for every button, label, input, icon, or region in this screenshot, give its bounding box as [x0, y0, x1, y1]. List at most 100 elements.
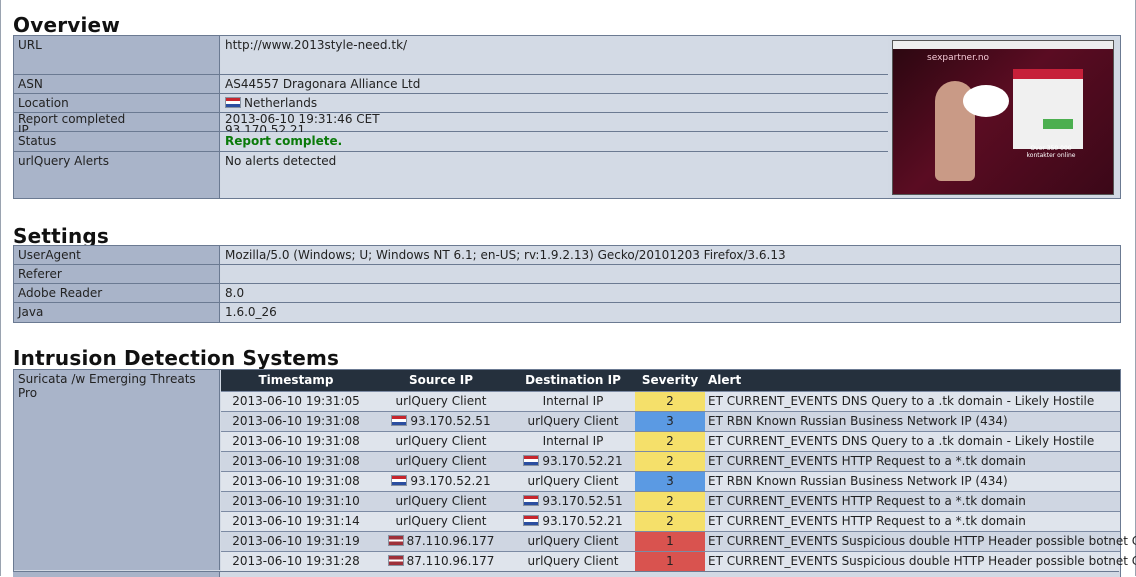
ids-table-row: 2013-06-10 19:31:10 urlQuery Client 93.170…: [221, 491, 1120, 511]
latvia-flag-icon: [387, 535, 404, 546]
report-completed-label-text: Report completed: [18, 112, 126, 126]
report-completed-value: 2013-06-10 19:31:46 CET 93.170.52.21: [221, 113, 888, 136]
ids-source-ip: 87.110.96.177: [371, 534, 511, 548]
adobe-reader-value: 8.0: [221, 284, 1120, 302]
screenshot-signup-form: [1013, 69, 1083, 149]
ids-alert-text: ET CURRENT_EVENTS DNS Query to a .tk dom…: [708, 434, 1095, 448]
ids-severity: 3: [635, 472, 705, 491]
ids-header-row: Timestamp Source IP Destination IP Sever…: [221, 370, 1120, 391]
ids-severity-text: 3: [666, 474, 674, 488]
screenshot-logo: sexpartner.no: [927, 53, 990, 63]
ids-engine-label: Suricata /w Emerging Threats Pro: [14, 370, 220, 570]
col-timestamp: Timestamp: [258, 373, 334, 387]
ids-source-ip-text: 93.170.52.21: [410, 474, 491, 488]
ids-timestamp: 2013-06-10 19:31:28: [221, 554, 371, 568]
ids-destination-ip: 93.170.52.21: [511, 514, 635, 528]
ids-source-ip: 87.110.96.177: [371, 554, 511, 568]
url-value[interactable]: http://www.2013style-need.tk/: [221, 36, 888, 74]
ids-destination-ip-text: 93.170.52.21: [542, 454, 623, 468]
screenshot-speech-bubble: [963, 85, 1009, 117]
ids-source-ip-text: urlQuery Client: [395, 454, 487, 468]
ids-table-row: 2013-06-10 19:31:08 93.170.52.21 urlQuery …: [221, 471, 1120, 491]
settings-table: UserAgent Mozilla/5.0 (Windows; U; Windo…: [13, 245, 1121, 323]
netherlands-flag-icon: [225, 97, 241, 108]
status-value: Report complete.: [221, 132, 888, 151]
ids-alert: ET CURRENT_EVENTS Suspicious double HTTP…: [708, 554, 1136, 568]
asn-row: ASN AS44557 Dragonara Alliance Ltd: [14, 75, 888, 94]
ids-severity-text: 1: [666, 534, 674, 548]
java-value: 1.6.0_26: [221, 303, 1120, 322]
ids-timestamp: 2013-06-10 19:31:08: [221, 454, 371, 468]
ids-alert-text: ET RBN Known Russian Business Network IP…: [708, 414, 1008, 428]
ids-source-ip: urlQuery Client: [371, 394, 511, 408]
ids-severity: 3: [635, 412, 705, 431]
ids-severity-text: 2: [666, 514, 674, 528]
ids-alert-text: ET CURRENT_EVENTS Suspicious double HTTP…: [708, 554, 1136, 568]
netherlands-flag-icon: [523, 495, 540, 506]
ids-table-row: 2013-06-10 19:31:05 urlQuery Client Intern…: [221, 391, 1120, 411]
ids-alert-text: ET CURRENT_EVENTS Suspicious double HTTP…: [708, 534, 1136, 548]
ids-severity: 2: [635, 452, 705, 471]
ids-source-ip-text: 93.170.52.51: [410, 414, 491, 428]
ids-table: Suricata /w Emerging Threats Pro Timesta…: [13, 369, 1136, 577]
ids-alert: ET CURRENT_EVENTS Suspicious double HTTP…: [708, 534, 1136, 548]
asn-value: AS44557 Dragonara Alliance Ltd: [221, 75, 888, 93]
overview-heading: Overview: [13, 13, 121, 37]
referer-label: Referer: [14, 265, 220, 283]
ids-timestamp-text: 2013-06-10 19:31:08: [232, 474, 360, 488]
ids-severity: 2: [635, 432, 705, 451]
location-row: Location Netherlands: [14, 94, 888, 113]
ids-severity: 1: [635, 532, 705, 551]
site-screenshot[interactable]: sexpartner.no Over 350 000 kontakter onl…: [892, 40, 1114, 195]
ids-severity-text: 2: [666, 394, 674, 408]
col-alert: Alert: [708, 373, 742, 387]
adobe-reader-label: Adobe Reader: [14, 284, 220, 302]
settings-row-referer: Referer: [14, 265, 1120, 284]
url-row: URL http://www.2013style-need.tk/: [14, 36, 888, 75]
ids-source-ip: 93.170.52.51: [371, 414, 511, 428]
col-source-ip: Source IP: [408, 373, 474, 387]
ids-timestamp: 2013-06-10 19:31:08: [221, 474, 371, 488]
alerts-value: No alerts detected: [221, 152, 888, 198]
netherlands-flag-icon: [391, 415, 408, 426]
referer-value: [221, 265, 1120, 283]
ids-table-row: 2013-06-10 19:31:19 87.110.96.177 urlQuery…: [221, 531, 1136, 551]
ids-source-ip: urlQuery Client: [371, 494, 511, 508]
ids-destination-ip: urlQuery Client: [511, 414, 635, 428]
ids-source-ip: 93.170.52.21: [371, 474, 511, 488]
ids-destination-ip-text: urlQuery Client: [527, 554, 619, 568]
ids-destination-ip: Internal IP: [511, 434, 635, 448]
ids-severity-text: 1: [666, 554, 674, 568]
ids-timestamp-text: 2013-06-10 19:31:19: [232, 534, 360, 548]
ids-alert-text: ET CURRENT_EVENTS HTTP Request to a *.tk…: [708, 514, 1026, 528]
col-severity: Severity: [641, 373, 699, 387]
alerts-label: urlQuery Alerts: [14, 152, 220, 198]
ids-alert-text: ET CURRENT_EVENTS DNS Query to a .tk dom…: [708, 394, 1095, 408]
ids-alert: ET CURRENT_EVENTS HTTP Request to a *.tk…: [708, 494, 1026, 508]
ids-timestamp-text: 2013-06-10 19:31:28: [232, 554, 360, 568]
asn-label: ASN: [14, 75, 220, 93]
ids-source-ip: urlQuery Client: [371, 454, 511, 468]
ids-table-row: 2013-06-10 19:31:08 urlQuery Client 93.170…: [221, 451, 1120, 471]
ids-destination-ip: Internal IP: [511, 394, 635, 408]
ids-severity: 2: [635, 512, 705, 531]
settings-row-adobe: Adobe Reader 8.0: [14, 284, 1120, 303]
ids-severity: 1: [635, 552, 705, 571]
ids-destination-ip-text: 93.170.52.21: [542, 514, 623, 528]
useragent-label: UserAgent: [14, 246, 220, 264]
alerts-row: urlQuery Alerts No alerts detected: [14, 152, 888, 199]
ids-alert: ET RBN Known Russian Business Network IP…: [708, 474, 1008, 488]
ids-timestamp: 2013-06-10 19:31:19: [221, 534, 371, 548]
netherlands-flag-icon: [523, 515, 540, 526]
ids-heading: Intrusion Detection Systems: [13, 346, 340, 370]
ids-destination-ip-text: urlQuery Client: [527, 534, 619, 548]
ids-timestamp: 2013-06-10 19:31:14: [221, 514, 371, 528]
ids-destination-ip: urlQuery Client: [511, 474, 635, 488]
latvia-flag-icon: [387, 555, 404, 566]
ids-alert: ET CURRENT_EVENTS DNS Query to a .tk dom…: [708, 434, 1094, 448]
ids-source-ip-text: urlQuery Client: [395, 434, 487, 448]
ids-alert: ET RBN Known Russian Business Network IP…: [708, 414, 1008, 428]
ids-destination-ip-text: urlQuery Client: [527, 414, 619, 428]
status-row: Status Report complete.: [14, 132, 888, 152]
location-text: Netherlands: [244, 96, 318, 110]
